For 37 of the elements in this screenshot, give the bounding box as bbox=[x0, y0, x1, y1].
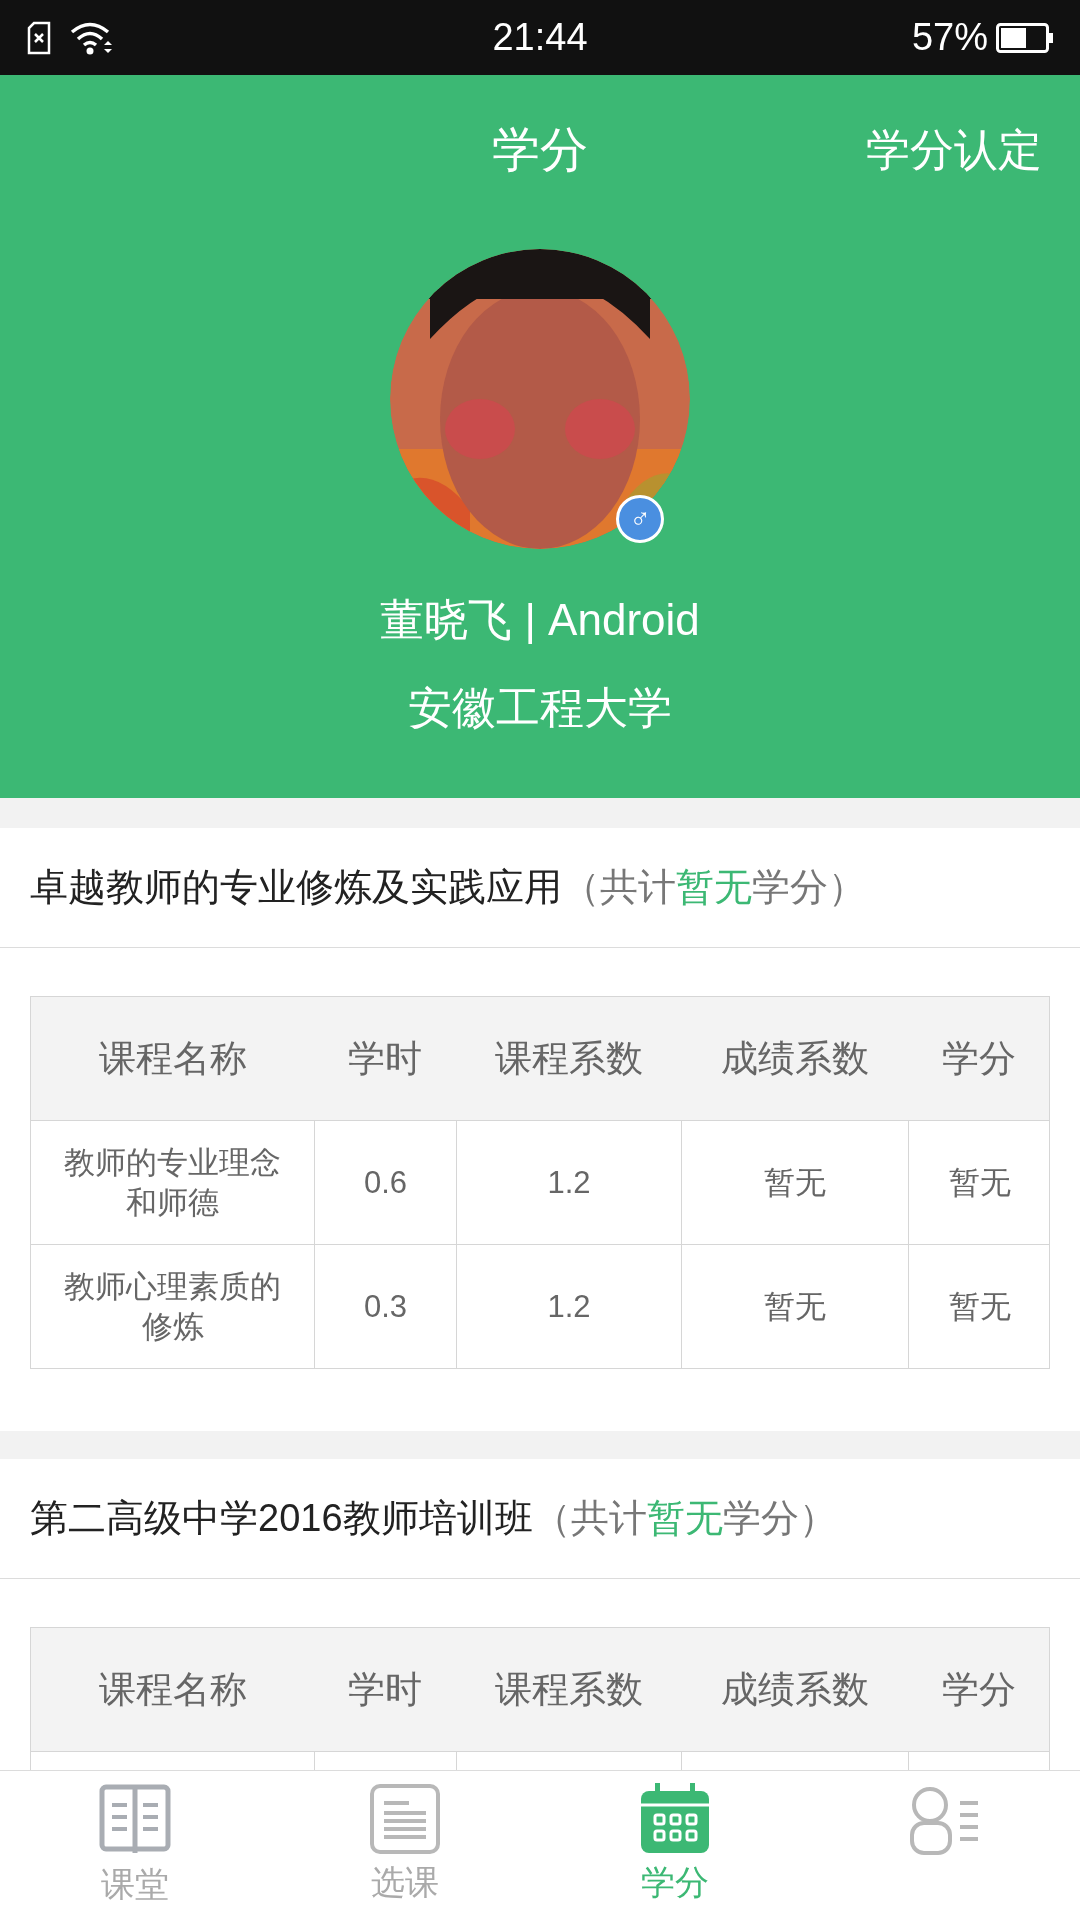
column-header: 成绩系数 bbox=[719, 1667, 870, 1712]
table-cell-text: 1.2 bbox=[547, 1163, 591, 1202]
table-cell-text: 暂无 bbox=[764, 1287, 826, 1326]
column-header: 课程系数 bbox=[493, 1036, 644, 1081]
table-cell-text: 0.3 bbox=[363, 1287, 408, 1326]
clock-time: 21:44 bbox=[491, 15, 589, 60]
column-header: 学时 bbox=[347, 1036, 423, 1081]
table-cell-text: 1.2 bbox=[547, 1287, 591, 1326]
page-title: 学分 bbox=[492, 122, 588, 178]
user-name: 董晓飞 | Android bbox=[380, 594, 700, 646]
male-gender-badge: ♂ bbox=[616, 495, 664, 543]
table-cell-text: 教师心理素质的修炼 bbox=[63, 1267, 282, 1346]
table-cell-text: 教师的专业理念和师德 bbox=[63, 1143, 282, 1222]
wifi-icon bbox=[70, 20, 114, 55]
table-cell-text: 暂无 bbox=[764, 1163, 826, 1202]
calendar-icon bbox=[639, 1783, 711, 1855]
course-title: 第二高级中学2016教师培训班（共计暂无学分） bbox=[30, 1496, 837, 1541]
column-header: 课程名称 bbox=[97, 1036, 248, 1081]
column-header: 成绩系数 bbox=[719, 1036, 870, 1081]
battery-percent: 57% bbox=[911, 15, 988, 60]
column-header: 学分 bbox=[941, 1036, 1017, 1081]
table-cell-text: 暂无 bbox=[948, 1163, 1011, 1202]
school-name: 安徽工程大学 bbox=[408, 682, 672, 734]
table-cell-text: 暂无 bbox=[948, 1287, 1011, 1326]
document-icon bbox=[369, 1783, 441, 1855]
column-header: 课程名称 bbox=[97, 1667, 248, 1712]
course-title: 卓越教师的专业修炼及实践应用（共计暂无学分） bbox=[30, 865, 866, 910]
table-cell-text: 0.6 bbox=[363, 1163, 408, 1202]
sim-card-icon bbox=[26, 20, 52, 55]
nav-tab[interactable]: 课堂 bbox=[0, 1771, 270, 1920]
credit-certification-button[interactable]: 学分认定 bbox=[866, 117, 1042, 183]
column-header: 课程系数 bbox=[493, 1667, 644, 1712]
nav-tab[interactable]: 学分 bbox=[540, 1771, 810, 1920]
nav-tab[interactable]: 选课 bbox=[270, 1771, 540, 1920]
column-header: 学分 bbox=[941, 1667, 1017, 1712]
battery-icon bbox=[996, 22, 1054, 53]
column-header: 学时 bbox=[347, 1667, 423, 1712]
